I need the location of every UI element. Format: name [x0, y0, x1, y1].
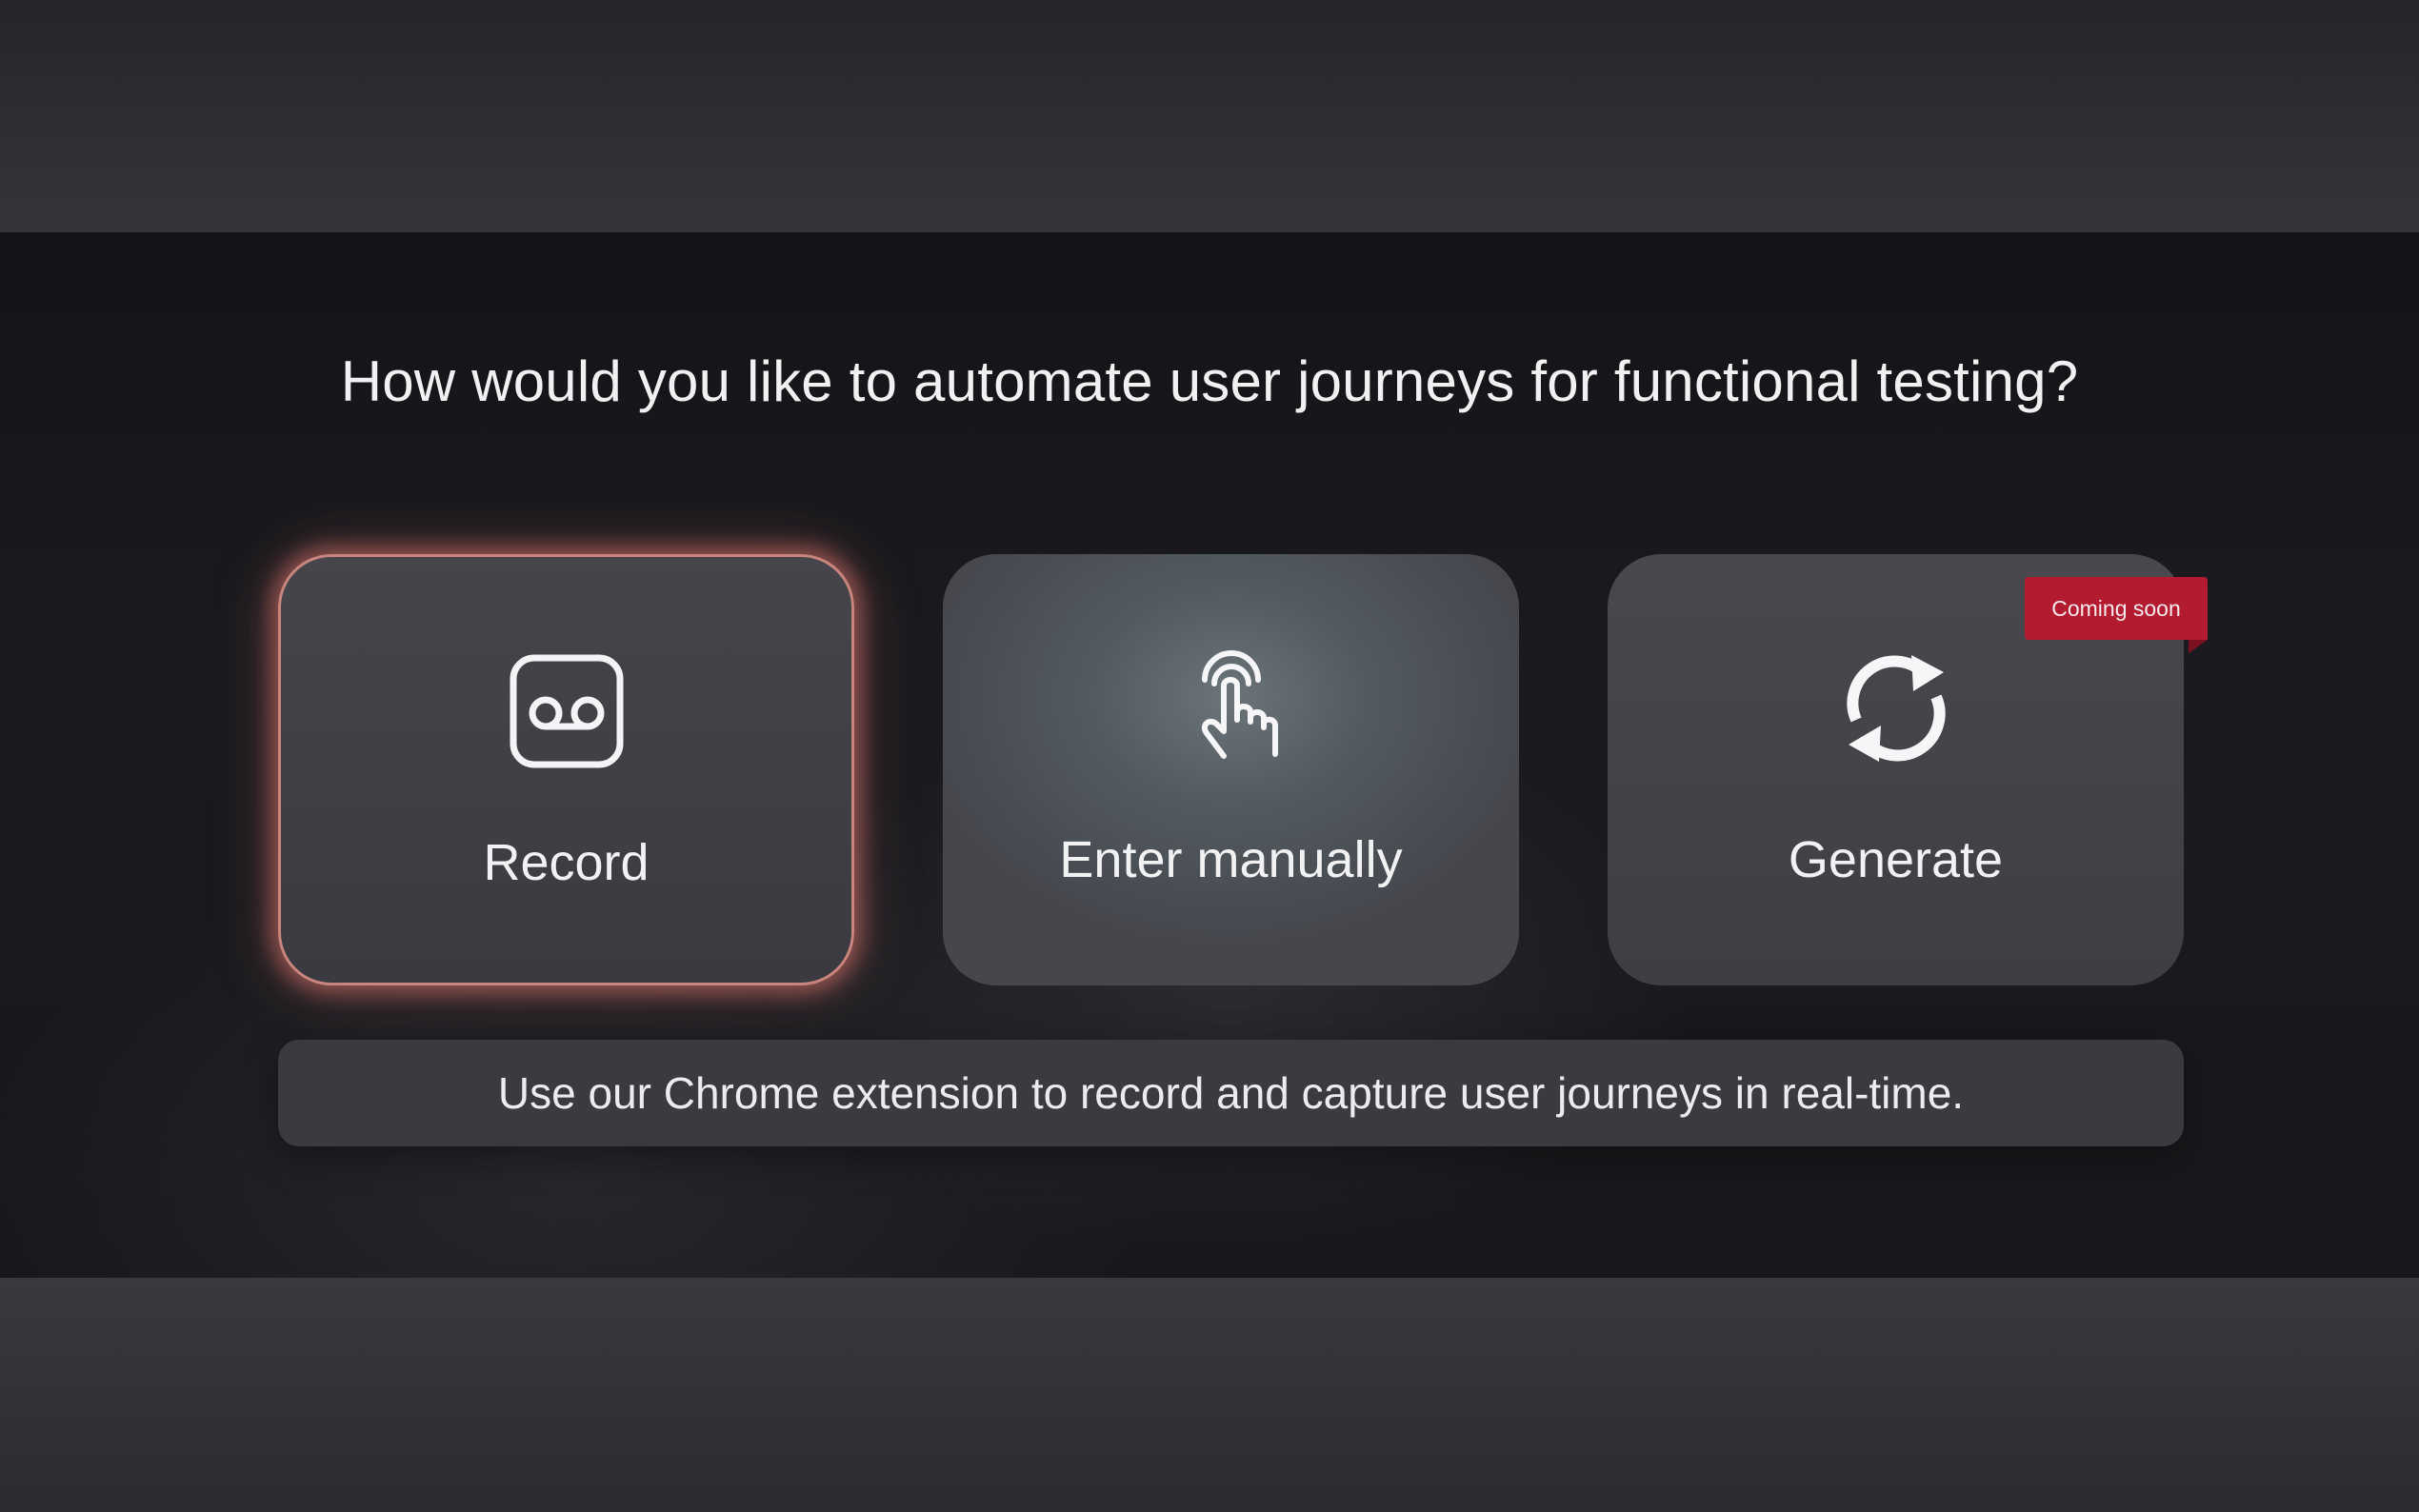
enter-manually-option-label: Enter manually: [1059, 831, 1403, 888]
tap-hand-icon: [1201, 650, 1278, 759]
generate-option-label: Generate: [1788, 831, 2004, 888]
enter-manually-option-card[interactable]: Enter manually: [943, 554, 1519, 985]
refresh-icon: [1846, 655, 1946, 762]
voicemail-icon: [510, 654, 623, 768]
badge-ribbon-fold: [2189, 640, 2208, 653]
page: How would you like to automate user jour…: [0, 0, 2419, 1512]
option-description: Use our Chrome extension to record and c…: [278, 1040, 2184, 1146]
record-option-label: Record: [483, 834, 650, 891]
coming-soon-badge: Coming soon: [2025, 577, 2208, 640]
bottom-backdrop: [0, 1278, 2419, 1512]
record-option-card[interactable]: Record: [278, 554, 854, 985]
question-heading: How would you like to automate user jour…: [340, 349, 2079, 413]
top-backdrop: [0, 0, 2419, 232]
